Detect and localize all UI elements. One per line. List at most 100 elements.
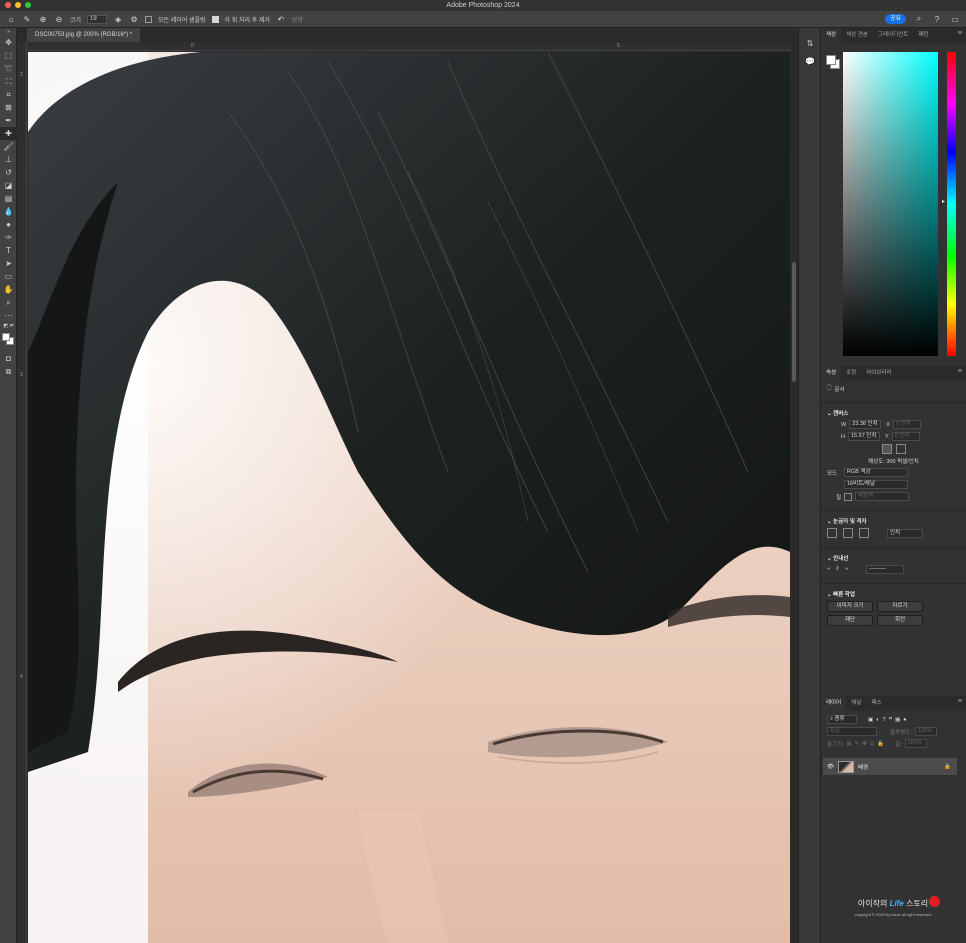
foreground-color-chip[interactable] [826, 55, 836, 65]
portrait-orientation-icon[interactable] [881, 444, 892, 454]
rectangle-tool-icon[interactable]: ▭ [0, 270, 17, 283]
filter-type-icon[interactable]: T [883, 717, 886, 723]
collapse-toolbar-icon[interactable]: » [0, 28, 17, 36]
lock-pixels-icon[interactable]: ⊞ [847, 741, 852, 747]
rulers-toggle-icon[interactable] [827, 528, 837, 538]
color-field[interactable] [843, 52, 938, 356]
spot-healing-tool-icon[interactable]: ✚ [0, 127, 17, 140]
pixel-grid-toggle-icon[interactable] [859, 528, 869, 538]
help-icon[interactable]: ? [932, 14, 942, 24]
tab-libraries[interactable]: 라이브러리 [861, 366, 896, 381]
tab-layers[interactable]: 레이어 [821, 696, 847, 711]
marquee-tool-icon[interactable]: ⬚ [0, 49, 17, 62]
bit-depth-select[interactable]: 16비트/채널 [844, 480, 908, 489]
image-size-button[interactable]: 이미지 크기 [827, 601, 873, 612]
blur-tool-icon[interactable]: 💧 [0, 205, 17, 218]
eraser-tool-icon[interactable]: ◪ [0, 179, 17, 192]
panel-menu-icon[interactable]: ≡ [958, 30, 962, 37]
layer-row-background[interactable]: 👁 배경 🔒 [823, 758, 957, 775]
eyedropper-tool-icon[interactable]: ✒ [0, 114, 17, 127]
color-swatches[interactable] [0, 330, 17, 352]
tab-adjustments[interactable]: 조정 [841, 366, 861, 381]
hue-marker-icon[interactable]: ▸ [942, 198, 945, 205]
foreground-color-swatch[interactable] [2, 333, 10, 341]
tab-paths[interactable]: 패스 [866, 696, 886, 711]
brush-size-input[interactable]: 19 [87, 14, 108, 24]
fill-color-chip[interactable] [844, 492, 852, 501]
history-brush-tool-icon[interactable]: ↺ [0, 166, 17, 179]
x-field[interactable]: 0 인치 [892, 420, 921, 429]
quick-mask-icon[interactable]: ◘ [0, 352, 17, 365]
brush-tool-icon[interactable]: 🖌 [0, 140, 17, 153]
clone-stamp-tool-icon[interactable]: ⊥ [0, 153, 17, 166]
filter-shape-icon[interactable]: ⌗ [889, 716, 892, 723]
blend-mode-select[interactable]: 표준 [827, 727, 877, 736]
lock-paint-icon[interactable]: ✎ [854, 741, 859, 747]
grid-toggle-icon[interactable] [843, 528, 853, 538]
tab-properties[interactable]: 속성 [821, 366, 842, 381]
crop-tool-icon[interactable]: ⌗ [0, 88, 17, 101]
share-button[interactable]: 공유 [884, 14, 906, 24]
fill-field[interactable]: 100% [904, 739, 927, 748]
frame-tool-icon[interactable]: ⊠ [0, 101, 17, 114]
path-select-tool-icon[interactable]: ➤ [0, 257, 17, 270]
filter-pixel-icon[interactable]: ▣ [868, 717, 873, 723]
rotate-button[interactable]: 회전 [877, 615, 923, 626]
comments-panel-icon[interactable]: 💬 [799, 52, 821, 70]
tab-color[interactable]: 색상 [821, 28, 842, 43]
mode-normal-icon[interactable]: ⊕ [38, 14, 48, 24]
gradient-tool-icon[interactable]: ▤ [0, 192, 17, 205]
object-select-tool-icon[interactable]: ⛶ [0, 75, 17, 88]
remove-after-stroke-checkbox[interactable] [211, 15, 219, 23]
undo-icon[interactable]: ↶ [276, 14, 286, 24]
settings-gear-icon[interactable]: ⚙ [129, 14, 139, 24]
move-tool-icon[interactable]: ✥ [0, 36, 17, 49]
document-tab[interactable]: DSC00753.jpg @ 200% (RGB/16*) * [27, 28, 141, 42]
tab-gradients[interactable]: 그레이디언트 [873, 28, 913, 43]
zoom-window-button[interactable] [25, 2, 31, 8]
hand-tool-icon[interactable]: ✋ [0, 283, 17, 296]
layer-name[interactable]: 배경 [858, 763, 868, 771]
history-panel-icon[interactable]: ⇅ [799, 34, 821, 52]
dodge-tool-icon[interactable]: ● [0, 218, 17, 231]
opacity-field[interactable]: 100% [914, 727, 937, 736]
ruler-unit-select[interactable]: 인치 [887, 528, 923, 538]
home-icon[interactable]: ⌂ [6, 14, 16, 24]
guide-layout-icon[interactable]: ⫟ [845, 566, 848, 573]
search-icon[interactable]: ⌕ [914, 14, 924, 24]
type-tool-icon[interactable]: T [0, 244, 17, 257]
height-field[interactable]: 15.57 인치 [847, 432, 880, 441]
y-field[interactable]: 0 인치 [891, 432, 920, 441]
tab-patterns[interactable]: 패턴 [913, 28, 933, 43]
guide-align-left-icon[interactable]: ⫞ [827, 566, 830, 573]
lock-artboard-icon[interactable]: ⊡ [870, 741, 875, 747]
guide-add-icon[interactable]: ⫩ [836, 566, 839, 573]
scrollbar-thumb[interactable] [792, 262, 796, 382]
panel-menu-icon[interactable]: ≡ [958, 368, 962, 375]
width-field[interactable]: 23.38 인치 [849, 420, 882, 429]
filter-toggle-icon[interactable]: ● [903, 717, 906, 723]
zoom-tool-icon[interactable]: ⌕ [0, 296, 17, 309]
fill-select[interactable]: 배경색 [855, 492, 909, 501]
lasso-tool-icon[interactable]: ➰ [0, 62, 17, 75]
visibility-eye-icon[interactable]: 👁 [827, 764, 834, 770]
more-tools-icon[interactable]: ⋯ [0, 309, 17, 322]
tab-swatches[interactable]: 색상 견본 [841, 28, 873, 43]
default-colors-icon[interactable]: ◩ ⇄ [0, 322, 17, 330]
spot-healing-brush-icon[interactable]: ✎ [22, 14, 32, 24]
crop-button[interactable]: 재단 [827, 615, 873, 626]
mode-select[interactable]: RGB 색상 [844, 468, 908, 477]
lock-move-icon[interactable]: ✥ [862, 741, 867, 747]
filter-smart-icon[interactable]: ▦ [895, 717, 900, 723]
trim-button[interactable]: 자르기 [877, 601, 923, 612]
screen-mode-icon[interactable]: ⧉ [0, 365, 17, 378]
mode-alt-icon[interactable]: ⊖ [54, 14, 64, 24]
lock-all-icon[interactable]: 🔒 [877, 741, 884, 747]
vertical-scrollbar[interactable] [790, 52, 798, 943]
workspace-icon[interactable]: ▭ [950, 14, 960, 24]
close-window-button[interactable] [5, 2, 11, 8]
hue-slider[interactable] [947, 52, 956, 356]
layer-lock-icon[interactable]: 🔒 [944, 764, 951, 770]
minimize-window-button[interactable] [15, 2, 21, 8]
panel-menu-icon[interactable]: ≡ [958, 698, 962, 705]
